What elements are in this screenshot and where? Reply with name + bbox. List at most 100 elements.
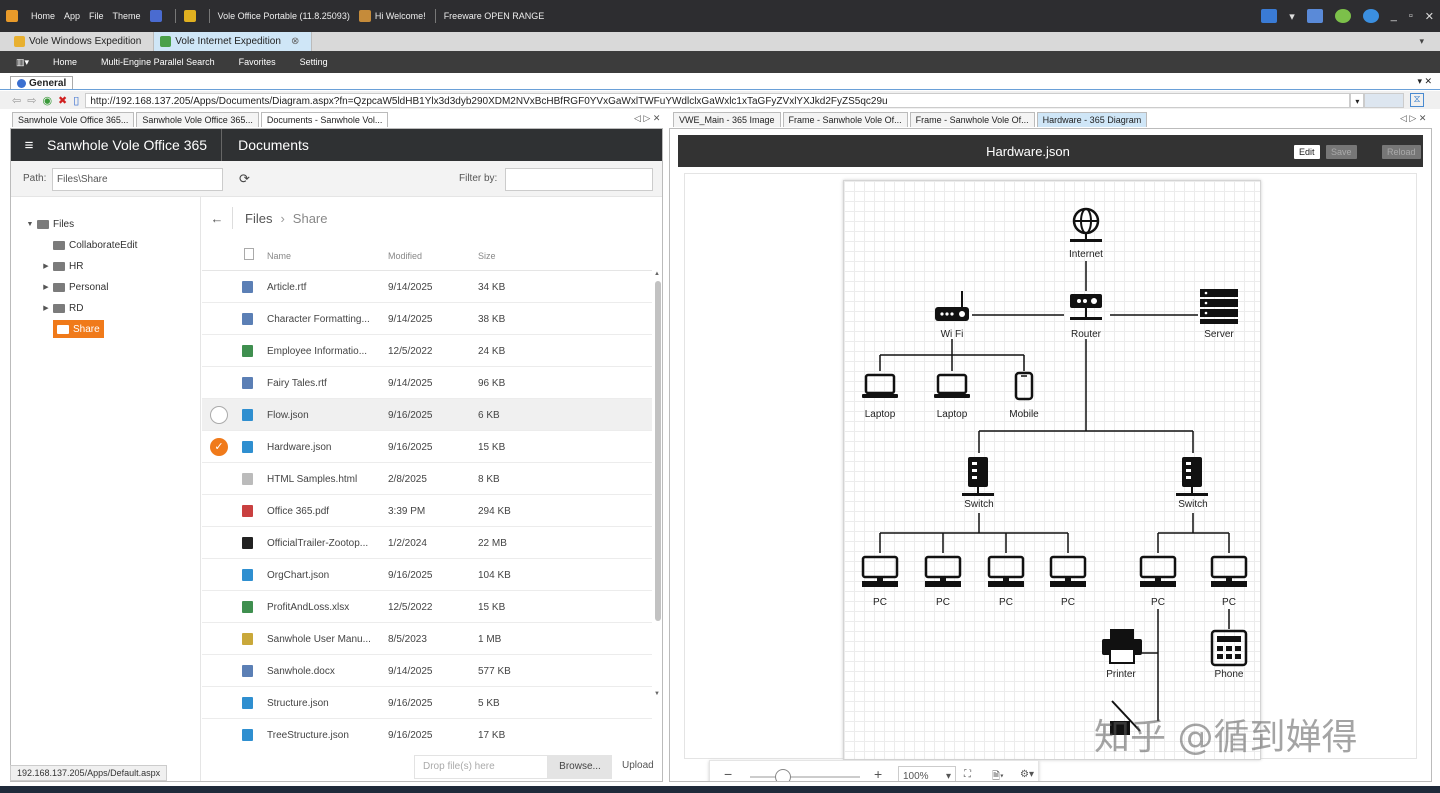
zoom-select[interactable]: 100% ▾	[898, 766, 956, 781]
filter-input[interactable]	[505, 168, 653, 191]
tab-vole-internet-expedition[interactable]: Vole Internet Expedition ⊗	[154, 32, 313, 51]
tree-node-personal[interactable]: ▶ Personal	[39, 278, 108, 296]
left-tab-controls[interactable]: ◁ ▷ ✕	[634, 113, 660, 124]
laptop-icon[interactable]	[862, 373, 898, 398]
path-input[interactable]: Files\Share	[52, 168, 223, 191]
file-row[interactable]: OrgChart.json 9/16/2025 104 KB	[202, 559, 652, 591]
breadcrumb-files[interactable]: Files	[245, 211, 272, 226]
dropdown-icon[interactable]: ▾	[1289, 10, 1295, 23]
network-diagram[interactable]: Internet Router Wi Fi Server Laptop Lapt…	[844, 181, 1262, 761]
drop-zone[interactable]: Drop file(s) here	[414, 755, 548, 779]
file-row[interactable]: Employee Informatio... 12/5/2022 24 KB	[202, 335, 652, 367]
zoom-out-icon[interactable]: −	[724, 766, 732, 781]
refresh-icon[interactable]	[1334, 9, 1351, 23]
browse-button[interactable]: Browse...	[548, 755, 612, 779]
hamburger-menu-icon[interactable]: ≡	[11, 137, 47, 154]
diagram-canvas[interactable]: Internet Router Wi Fi Server Laptop Lapt…	[684, 173, 1417, 781]
back-arrow-icon[interactable]: ⇦	[12, 94, 21, 107]
tree-node-hr[interactable]: ▶ HR	[39, 257, 83, 275]
export-icon[interactable]: 🗎▾	[992, 769, 1004, 781]
wifi-router-icon[interactable]	[935, 291, 969, 321]
close-tab-icon[interactable]: ⊗	[291, 36, 299, 47]
menu-favorites[interactable]: Favorites	[239, 57, 276, 67]
pc-icon[interactable]	[1139, 555, 1177, 587]
doc-tab-active[interactable]: Documents - Sanwhole Vol...	[260, 112, 389, 127]
screen-icon[interactable]	[1261, 9, 1278, 23]
column-size[interactable]: Size	[478, 251, 496, 261]
fit-to-screen-icon[interactable]: ⛶	[964, 769, 971, 780]
zoom-slider-knob[interactable]	[775, 769, 791, 781]
file-row[interactable]: Character Formatting... 9/14/2025 38 KB	[202, 303, 652, 335]
tab-general[interactable]: General	[10, 76, 74, 90]
pc-icon[interactable]	[861, 555, 899, 587]
file-row[interactable]: Structure.json 9/16/2025 5 KB	[202, 687, 652, 719]
file-row[interactable]: ✓ Hardware.json 9/16/2025 15 KB	[202, 431, 652, 463]
save-icon[interactable]	[1306, 9, 1323, 23]
column-name[interactable]: Name	[267, 251, 291, 261]
file-row[interactable]: OfficialTrailer-Zootop... 1/2/2024 22 MB	[202, 527, 652, 559]
refresh-icon[interactable]: ⟳	[239, 171, 250, 187]
url-input[interactable]: http://192.168.137.205/Apps/Documents/Di…	[85, 92, 1351, 108]
titlebar-file[interactable]: File	[89, 11, 104, 21]
menu-multi-engine-search[interactable]: Multi-Engine Parallel Search	[101, 57, 215, 67]
tab-vole-windows-expedition[interactable]: Vole Windows Expedition	[8, 32, 155, 51]
chevron-down-icon[interactable]: ▼	[23, 221, 37, 228]
pc-icon[interactable]	[1210, 555, 1248, 587]
save-button[interactable]: Save	[1326, 145, 1357, 159]
back-arrow-icon[interactable]: ←	[202, 211, 232, 226]
doc-tab-active[interactable]: Hardware - 365 Diagram	[1036, 112, 1148, 127]
file-row[interactable]: Flow.json 9/16/2025 6 KB	[202, 399, 652, 431]
column-modified[interactable]: Modified	[388, 251, 422, 261]
select-circle-icon[interactable]	[210, 406, 228, 424]
zoom-in-icon[interactable]: +	[874, 766, 882, 781]
doc-tab[interactable]: Frame - Sanwhole Vole Of...	[782, 112, 908, 127]
chevron-right-icon[interactable]: ▶	[39, 304, 53, 312]
checked-icon[interactable]: ✓	[210, 438, 228, 456]
pc-icon[interactable]	[924, 555, 962, 587]
scroll-thumb[interactable]	[655, 281, 661, 621]
upload-button[interactable]: Upload	[622, 760, 654, 771]
titlebar-home[interactable]: Home	[31, 11, 55, 21]
doc-tab[interactable]: VWE_Main - 365 Image	[673, 112, 781, 127]
server-icon[interactable]	[1200, 289, 1238, 324]
tree-node-files[interactable]: ▼ Files	[23, 215, 75, 233]
pc-icon[interactable]	[987, 555, 1025, 587]
forward-arrow-icon[interactable]: ⇨	[27, 94, 36, 107]
doc-tab[interactable]: Sanwhole Vole Office 365...	[136, 112, 259, 127]
file-row[interactable]: Fairy Tales.rtf 9/14/2025 96 KB	[202, 367, 652, 399]
laptop-icon[interactable]	[934, 373, 970, 398]
help-icon[interactable]	[1362, 9, 1379, 23]
tree-node-rd[interactable]: ▶ RD	[39, 299, 83, 317]
tab-dropdown-icon[interactable]: ▾	[1419, 36, 1424, 47]
scroll-down-icon[interactable]: ▼	[654, 691, 660, 697]
file-row[interactable]: HTML Samples.html 2/8/2025 8 KB	[202, 463, 652, 495]
vole-icon[interactable]	[183, 10, 200, 22]
reload-icon[interactable]: ◉	[42, 94, 52, 107]
pc-icon[interactable]	[1049, 555, 1087, 587]
chevron-right-icon[interactable]: ▶	[39, 262, 53, 270]
doc-tab[interactable]: Sanwhole Vole Office 365...	[12, 112, 135, 127]
file-row[interactable]: Sanwhole.docx 9/14/2025 577 KB	[202, 655, 652, 687]
file-row[interactable]: TreeStructure.json 9/16/2025 17 KB	[202, 719, 652, 751]
tree-node-collaborateedit[interactable]: CollaborateEdit	[39, 236, 137, 254]
close-button[interactable]: ✕	[1425, 10, 1434, 23]
titlebar-theme[interactable]: Theme	[113, 11, 141, 21]
menu-setting[interactable]: Setting	[300, 57, 328, 67]
file-row[interactable]: ProfitAndLoss.xlsx 12/5/2022 15 KB	[202, 591, 652, 623]
scroll-up-icon[interactable]: ▲	[654, 271, 660, 277]
titlebar-app[interactable]: App	[64, 11, 80, 21]
tree-node-share[interactable]: Share	[53, 320, 104, 338]
restore-button[interactable]: ▫	[1409, 10, 1413, 22]
right-tab-controls[interactable]: ◁ ▷ ✕	[1400, 113, 1426, 124]
app-logo-icon[interactable]	[6, 10, 22, 22]
go-icon[interactable]: ⧖	[1410, 93, 1424, 107]
switch-icon[interactable]	[962, 457, 994, 496]
edit-button[interactable]: Edit	[1294, 145, 1320, 159]
general-tab-controls[interactable]: ▾ ✕	[1417, 76, 1432, 87]
chevron-right-icon[interactable]: ▶	[39, 283, 53, 291]
file-row[interactable]: Office 365.pdf 3:39 PM 294 KB	[202, 495, 652, 527]
doc-tab[interactable]: Frame - Sanwhole Vole Of...	[909, 112, 1035, 127]
file-row[interactable]: Sanwhole User Manu... 8/5/2023 1 MB	[202, 623, 652, 655]
phone-icon[interactable]	[1210, 629, 1248, 667]
router-icon[interactable]	[1070, 294, 1102, 320]
